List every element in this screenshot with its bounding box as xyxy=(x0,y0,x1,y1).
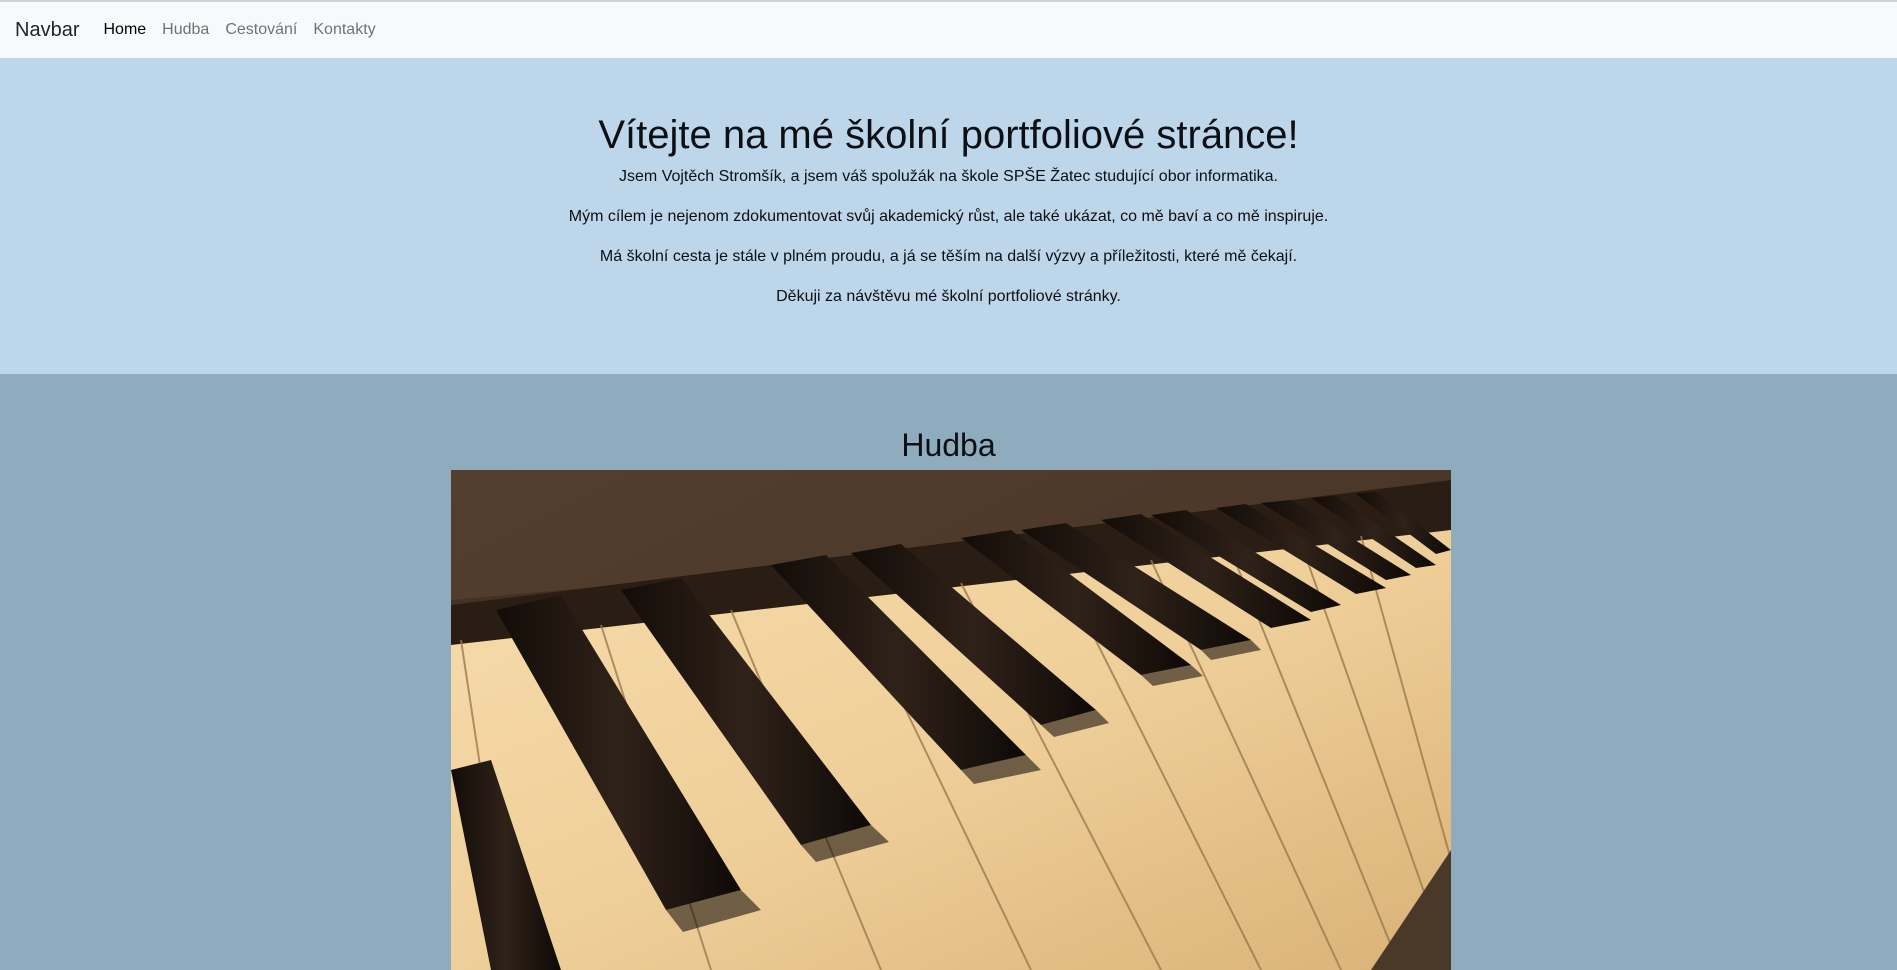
nav-link-hudba[interactable]: Hudba xyxy=(162,21,209,39)
hero-paragraph-intro: Jsem Vojtěch Stromšík, a jsem váš spoluž… xyxy=(619,168,1278,185)
hero-paragraph-journey: Má školní cesta je stále v plném proudu,… xyxy=(599,248,1298,265)
nav-link-cestovani[interactable]: Cestování xyxy=(225,21,297,39)
music-section: Hudba xyxy=(0,374,1897,970)
piano-keys-photo xyxy=(451,470,1451,970)
navbar: Navbar Home Hudba Cestování Kontakty xyxy=(0,0,1897,58)
music-heading: Hudba xyxy=(901,427,996,463)
hero-paragraph-goal: Mým cílem je nejenom zdokumentovat svůj … xyxy=(568,208,1329,225)
nav-link-kontakty[interactable]: Kontakty xyxy=(313,21,375,39)
piano-keys-illustration xyxy=(451,470,1451,970)
hero-section: Vítejte na mé školní portfoliové stránce… xyxy=(0,58,1897,374)
hero-paragraph-thanks: Děkuji za návštěvu mé školní portfoliové… xyxy=(776,288,1121,305)
nav-link-home[interactable]: Home xyxy=(103,21,146,39)
navbar-brand[interactable]: Navbar xyxy=(15,19,79,42)
hero-title: Vítejte na mé školní portfoliové stránce… xyxy=(598,113,1299,157)
